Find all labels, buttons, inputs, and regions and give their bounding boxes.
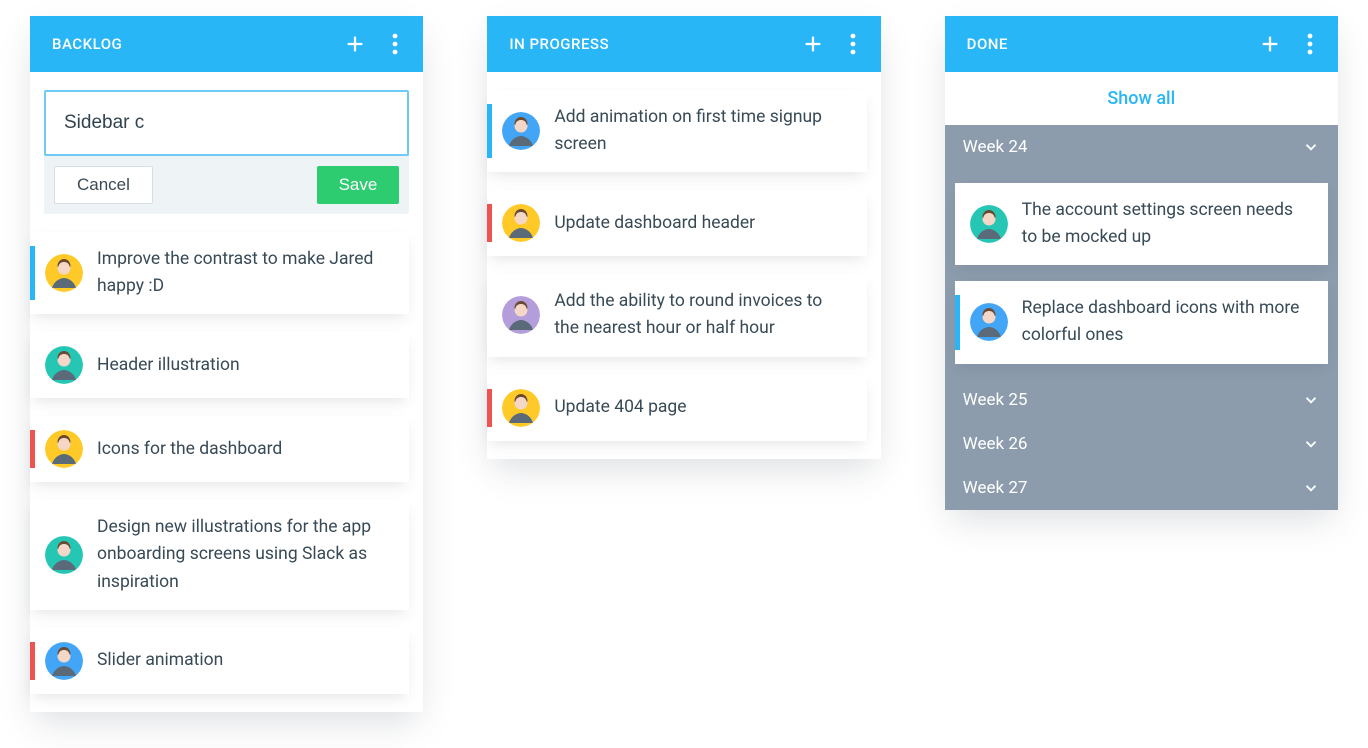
avatar: [970, 205, 1008, 243]
add-card-button[interactable]: [1250, 24, 1290, 64]
week-section: Week 25: [945, 378, 1338, 422]
avatar: [45, 536, 83, 574]
card-stripe: [30, 514, 35, 595]
more-vertical-icon: [850, 33, 856, 55]
week-section: Week 24 The account settings screen need…: [945, 125, 1338, 378]
add-card-button[interactable]: [793, 24, 833, 64]
column-menu-button[interactable]: [1290, 24, 1330, 64]
week-header[interactable]: Week 25: [945, 378, 1338, 422]
avatar: [45, 346, 83, 384]
column-body-inprogress: Add animation on first time signup scree…: [487, 72, 880, 459]
column-title: IN PROGRESS: [509, 35, 792, 53]
avatar: [970, 303, 1008, 341]
card[interactable]: Update dashboard header: [487, 190, 866, 256]
card[interactable]: Improve the contrast to make Jared happy…: [30, 232, 409, 314]
card-stripe: [955, 197, 960, 251]
week-section: Week 27: [945, 466, 1338, 510]
plus-icon: [802, 33, 824, 55]
card[interactable]: Add the ability to round invoices to the…: [487, 274, 866, 356]
card-stripe: [487, 288, 492, 342]
card-text: Icons for the dashboard: [97, 436, 282, 463]
avatar: [502, 296, 540, 334]
card-text: The account settings screen needs to be …: [1022, 197, 1310, 251]
card-text: Slider animation: [97, 647, 223, 674]
card[interactable]: Header illustration: [30, 332, 409, 398]
column-body-backlog: Improve the contrast to make Jared happy…: [30, 214, 423, 712]
avatar: [502, 204, 540, 242]
card-stripe: [30, 642, 35, 680]
plus-icon: [1259, 33, 1281, 55]
card[interactable]: The account settings screen needs to be …: [955, 183, 1328, 265]
card-stripe: [487, 204, 492, 242]
new-card-input[interactable]: [44, 90, 409, 156]
card-text: Design new illustrations for the app onb…: [97, 514, 391, 595]
column-backlog: BACKLOG Cancel Save Improve the contrast…: [30, 16, 423, 712]
week-header[interactable]: Week 26: [945, 422, 1338, 466]
column-header-backlog: BACKLOG: [30, 16, 423, 72]
week-label: Week 27: [963, 478, 1028, 498]
chevron-down-icon: [1302, 479, 1320, 497]
column-menu-button[interactable]: [833, 24, 873, 64]
card[interactable]: Update 404 page: [487, 375, 866, 441]
card-stripe: [30, 246, 35, 300]
avatar: [502, 112, 540, 150]
card-text: Header illustration: [97, 352, 240, 379]
avatar: [45, 430, 83, 468]
chevron-down-icon: [1302, 435, 1320, 453]
card-text: Add animation on first time signup scree…: [554, 104, 848, 158]
column-menu-button[interactable]: [375, 24, 415, 64]
new-card-composer: Cancel Save: [44, 90, 409, 214]
card-text: Update dashboard header: [554, 210, 755, 237]
show-all-button[interactable]: Show all: [945, 72, 1338, 125]
week-label: Week 25: [963, 390, 1028, 410]
week-header[interactable]: Week 27: [945, 466, 1338, 510]
column-title: DONE: [967, 35, 1250, 53]
card-stripe: [955, 295, 960, 349]
column-header-done: DONE: [945, 16, 1338, 72]
add-card-button[interactable]: [335, 24, 375, 64]
kanban-board: BACKLOG Cancel Save Improve the contrast…: [30, 16, 1338, 712]
card-text: Improve the contrast to make Jared happy…: [97, 246, 391, 300]
week-label: Week 26: [963, 434, 1028, 454]
week-header[interactable]: Week 24: [945, 125, 1338, 169]
card[interactable]: Icons for the dashboard: [30, 416, 409, 482]
week-label: Week 24: [963, 137, 1028, 157]
card[interactable]: Slider animation: [30, 628, 409, 694]
plus-icon: [344, 33, 366, 55]
chevron-down-icon: [1302, 391, 1320, 409]
column-header-inprogress: IN PROGRESS: [487, 16, 880, 72]
column-title: BACKLOG: [52, 35, 335, 53]
avatar: [45, 642, 83, 680]
card[interactable]: Replace dashboard icons with more colorf…: [955, 281, 1328, 363]
card[interactable]: Design new illustrations for the app onb…: [30, 500, 409, 609]
composer-actions: Cancel Save: [44, 156, 409, 204]
card-stripe: [30, 346, 35, 384]
card-text: Add the ability to round invoices to the…: [554, 288, 848, 342]
card-stripe: [30, 430, 35, 468]
column-done: DONE Show all Week 24 The account settin…: [945, 16, 1338, 510]
card-stripe: [487, 104, 492, 158]
more-vertical-icon: [392, 33, 398, 55]
avatar: [45, 254, 83, 292]
column-body-done: Week 24 The account settings screen need…: [945, 125, 1338, 510]
cancel-button[interactable]: Cancel: [54, 166, 153, 204]
card-text: Replace dashboard icons with more colorf…: [1022, 295, 1310, 349]
more-vertical-icon: [1307, 33, 1313, 55]
card-text: Update 404 page: [554, 394, 686, 421]
save-button[interactable]: Save: [317, 166, 400, 204]
avatar: [502, 389, 540, 427]
column-inprogress: IN PROGRESS Add animation on first time …: [487, 16, 880, 459]
card-stripe: [487, 389, 492, 427]
week-body: The account settings screen needs to be …: [945, 169, 1338, 378]
week-section: Week 26: [945, 422, 1338, 466]
chevron-down-icon: [1302, 138, 1320, 156]
card[interactable]: Add animation on first time signup scree…: [487, 90, 866, 172]
